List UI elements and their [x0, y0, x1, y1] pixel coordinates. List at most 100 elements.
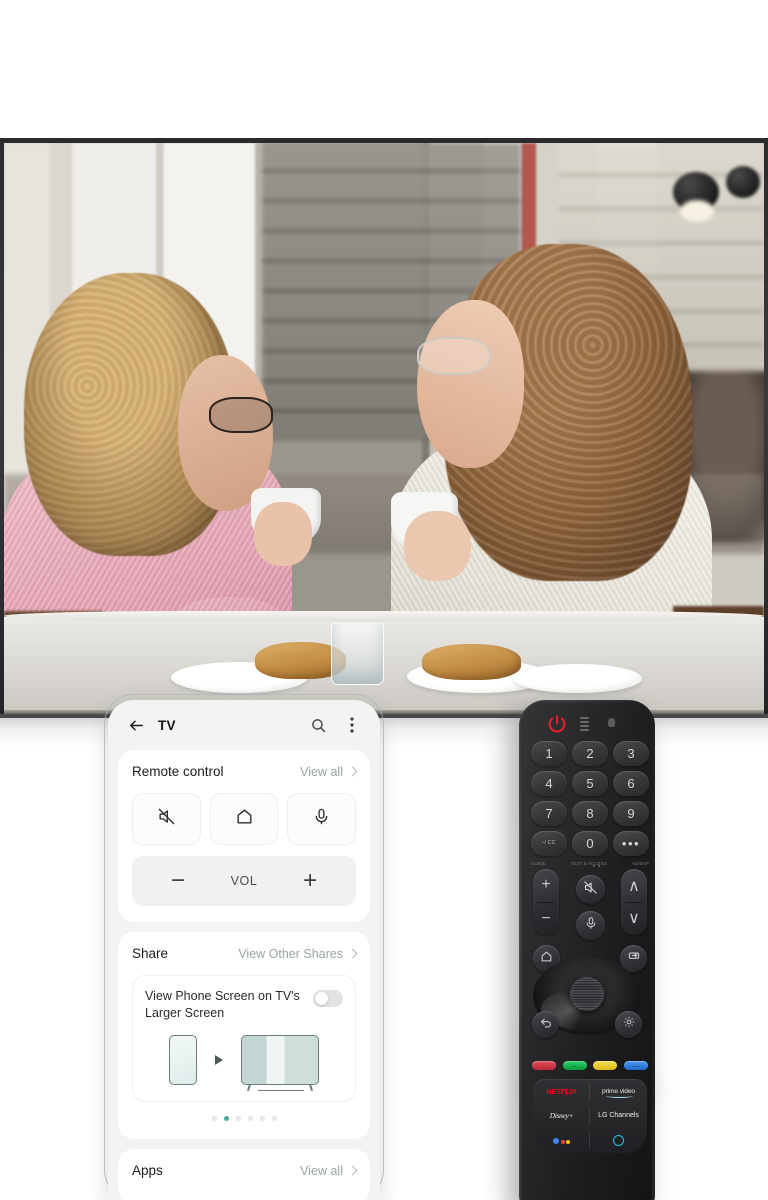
screenshot-root: TV Remote control View all − VOL + Share…: [0, 0, 768, 1200]
cafe-scene-image: [4, 143, 764, 714]
play-arrow-icon: [215, 1055, 223, 1065]
more-vertical-icon[interactable]: [340, 713, 364, 737]
home-button[interactable]: [209, 793, 279, 845]
pager-dot[interactable]: [247, 1116, 253, 1121]
google-assistant-button[interactable]: [533, 1128, 590, 1153]
volume-rocker[interactable]: + −: [533, 869, 559, 935]
led-indicator-icon: [580, 717, 589, 731]
page-title: TV: [158, 717, 176, 733]
prime-video-button[interactable]: prime video: [590, 1079, 647, 1104]
remote-service-buttons: NETFLIX prime video Disney+ LG Channels: [533, 1079, 647, 1153]
remote-numpad: 1 2 3 4 5 6 7 8 9 -/ CC 0 •••: [531, 741, 649, 856]
channel-rocker[interactable]: ∧ ∨: [621, 869, 647, 935]
remote-control-card: Remote control View all − VOL +: [118, 750, 370, 922]
caption-key[interactable]: -/ CC: [531, 831, 567, 856]
voice-button[interactable]: [287, 793, 357, 845]
microphone-icon: [584, 916, 598, 935]
text-access-label: TEXT & ACCESS: [570, 861, 607, 866]
num-key-8[interactable]: 8: [572, 801, 608, 826]
apps-view-all-label: View all: [300, 1163, 343, 1178]
remote-view-all-link[interactable]: View all: [300, 764, 358, 779]
remote-top-row: [522, 709, 652, 741]
remote-control-title: Remote control: [132, 764, 224, 779]
remote-color-buttons: • •• ••••: [532, 1061, 648, 1070]
num-key-0[interactable]: 0: [572, 831, 608, 856]
microphone-icon: [312, 807, 331, 831]
color-button-green-marks: ••: [572, 1063, 577, 1068]
power-icon[interactable]: [546, 713, 568, 735]
mirroring-illustration: [145, 1021, 343, 1092]
arrow-left-icon[interactable]: [124, 713, 148, 737]
volume-control: − VOL +: [132, 856, 356, 906]
mute-icon: [583, 880, 598, 900]
netflix-label: NETFLIX: [546, 1086, 577, 1096]
microphone-hole-icon: [608, 718, 615, 727]
num-key-4[interactable]: 4: [531, 771, 567, 796]
view-other-shares-link[interactable]: View Other Shares: [238, 946, 358, 961]
volume-up-button[interactable]: +: [303, 869, 317, 893]
search-icon[interactable]: [306, 713, 330, 737]
num-key-3[interactable]: 3: [613, 741, 649, 766]
chevron-right-icon: [347, 948, 358, 959]
num-key-6[interactable]: 6: [613, 771, 649, 796]
channel-down-label: ∨: [628, 910, 640, 927]
tv-display: [0, 138, 768, 748]
apps-card: Apps View all: [118, 1149, 370, 1200]
view-other-shares-label: View Other Shares: [238, 946, 343, 961]
num-key-1[interactable]: 1: [531, 741, 567, 766]
remote-view-all-label: View all: [300, 764, 343, 779]
num-key-2[interactable]: 2: [572, 741, 608, 766]
color-button-blue[interactable]: ••••: [623, 1061, 648, 1070]
guide-label: GUIDE: [531, 861, 546, 866]
remote-body: 1 2 3 4 5 6 7 8 9 -/ CC 0 ••• GUIDE TEXT…: [522, 703, 652, 1200]
apps-view-all-link[interactable]: View all: [300, 1163, 358, 1178]
pager-dot[interactable]: [235, 1116, 241, 1121]
mute-icon: [157, 807, 176, 831]
volume-down-button[interactable]: −: [171, 869, 185, 893]
google-assistant-icon: [553, 1137, 570, 1144]
gear-icon: [622, 1015, 636, 1034]
volume-label: VOL: [230, 874, 258, 888]
remote-back-button[interactable]: [532, 1011, 559, 1038]
chevron-right-icon: [347, 1165, 358, 1176]
tv-screen: [4, 143, 764, 714]
remote-settings-button[interactable]: [615, 1011, 642, 1038]
tv-icon: [241, 1035, 319, 1092]
ad-sap-label: AD/SAP: [632, 861, 649, 866]
carousel-pager[interactable]: [132, 1102, 356, 1123]
tv-bezel: [0, 138, 768, 718]
alexa-icon: [613, 1135, 624, 1147]
apps-header: Apps View all: [132, 1163, 358, 1178]
disney-plus-button[interactable]: Disney+: [533, 1104, 590, 1129]
disney-plus-label: Disney+: [549, 1111, 574, 1121]
alexa-button[interactable]: [590, 1128, 647, 1153]
lg-channels-button[interactable]: LG Channels: [590, 1104, 647, 1129]
screen-mirroring-toggle[interactable]: [313, 990, 343, 1007]
remote-control-header: Remote control View all: [132, 764, 358, 779]
screen-mirroring-label: View Phone Screen on TV's Larger Screen: [145, 989, 300, 1020]
pager-dot-active[interactable]: [223, 1116, 229, 1121]
apps-title: Apps: [132, 1163, 163, 1178]
remote-voice-button[interactable]: [576, 911, 605, 940]
remote-wheel-area: [522, 953, 652, 1043]
share-header: Share View Other Shares: [132, 946, 358, 961]
lg-channels-label: LG Channels: [598, 1112, 639, 1120]
phone-icon: [169, 1035, 197, 1085]
netflix-button[interactable]: NETFLIX: [533, 1079, 590, 1104]
color-button-green[interactable]: ••: [562, 1061, 587, 1070]
volume-up-label: +: [541, 876, 551, 893]
more-key[interactable]: •••: [613, 831, 649, 856]
remote-mute-button[interactable]: [576, 875, 605, 904]
num-key-5[interactable]: 5: [572, 771, 608, 796]
num-key-7[interactable]: 7: [531, 801, 567, 826]
mute-button[interactable]: [132, 793, 201, 845]
wheel-hub[interactable]: [570, 977, 604, 1011]
pager-dot[interactable]: [271, 1116, 277, 1121]
share-card: Share View Other Shares View Phone Scree…: [118, 932, 370, 1139]
pager-dot[interactable]: [211, 1116, 217, 1121]
pager-dot[interactable]: [259, 1116, 265, 1121]
color-button-yellow[interactable]: [593, 1061, 618, 1070]
num-key-9[interactable]: 9: [613, 801, 649, 826]
color-button-red[interactable]: •: [532, 1061, 556, 1070]
phone-device: TV Remote control View all − VOL + Share…: [108, 700, 380, 1200]
